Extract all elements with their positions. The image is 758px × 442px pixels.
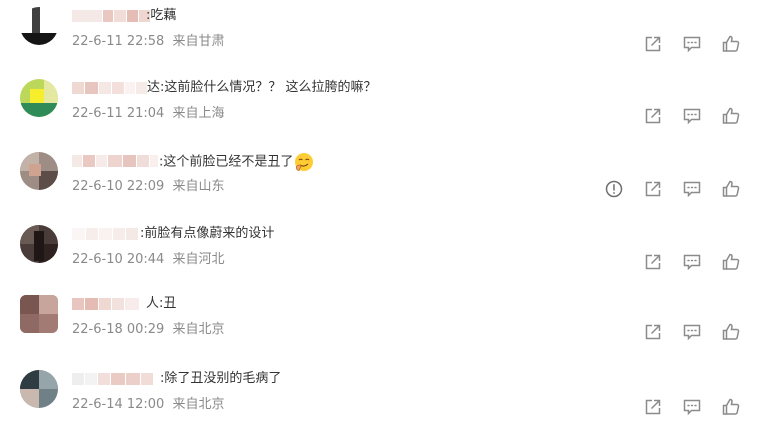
comment-time: 22-6-11 22:58 bbox=[72, 34, 165, 49]
username-blurred[interactable] bbox=[72, 295, 140, 313]
comment-text: 人:丑 bbox=[146, 296, 177, 311]
comment-item: :前脸有点像蔚来的设计 22-6-10 20:44 来自河北 bbox=[0, 223, 758, 297]
share-button[interactable] bbox=[642, 33, 664, 55]
comment-list: :吃藕 22-6-11 22:58 来自甘肃 达:这前脸什么情况？？ 这么拉胯的… bbox=[0, 0, 758, 416]
report-icon bbox=[605, 180, 623, 198]
avatar[interactable] bbox=[20, 295, 58, 333]
comment-icon bbox=[683, 181, 701, 198]
reply-button[interactable] bbox=[681, 105, 703, 127]
comment-location: 来自北京 bbox=[172, 322, 225, 337]
comment-actions bbox=[642, 33, 742, 55]
comment-actions bbox=[642, 321, 742, 343]
reply-button[interactable] bbox=[681, 321, 703, 343]
comment-item: :这个前脸已经不是丑了 22-6-10 22:09 来自山东 bbox=[0, 150, 758, 224]
thumb-up-icon bbox=[722, 107, 740, 124]
comment-text: :前脸有点像蔚来的设计 bbox=[140, 226, 275, 241]
comment-text: :这个前脸已经不是丑了 bbox=[159, 152, 314, 171]
comment-text: :吃藕 bbox=[146, 8, 177, 23]
avatar[interactable] bbox=[20, 79, 58, 117]
reply-button[interactable] bbox=[681, 251, 703, 273]
share-icon bbox=[645, 36, 661, 52]
comment-time: 22-6-10 22:09 bbox=[72, 179, 165, 194]
like-button[interactable] bbox=[720, 105, 742, 127]
username-blurred[interactable] bbox=[72, 370, 154, 388]
smirk-emoji-icon bbox=[295, 153, 314, 171]
comment-time: 22-6-11 21:04 bbox=[72, 106, 165, 121]
thumb-up-icon bbox=[722, 323, 740, 340]
comment-location: 来自甘肃 bbox=[172, 34, 225, 49]
comment-item: 达:这前脸什么情况？？ 这么拉胯的嘛？ 22-6-11 21:04 来自上海 bbox=[0, 77, 758, 151]
thumb-up-icon bbox=[722, 398, 740, 415]
comment-text: :除了丑没别的毛病了 bbox=[160, 371, 282, 386]
like-button[interactable] bbox=[720, 178, 742, 200]
comment-meta: 22-6-10 22:09 来自山东 bbox=[72, 178, 225, 196]
avatar[interactable] bbox=[20, 7, 58, 45]
comment-meta: 22-6-11 22:58 来自甘肃 bbox=[72, 33, 225, 51]
share-button[interactable] bbox=[642, 251, 664, 273]
thumb-up-icon bbox=[722, 253, 740, 270]
comment-meta: 22-6-18 00:29 来自北京 bbox=[72, 321, 225, 339]
comment-icon bbox=[683, 324, 701, 341]
comment-actions bbox=[603, 178, 742, 200]
share-button[interactable] bbox=[642, 321, 664, 343]
comment-icon bbox=[683, 399, 701, 416]
share-icon bbox=[645, 399, 661, 415]
share-icon bbox=[645, 254, 661, 270]
share-icon bbox=[645, 108, 661, 124]
comment-location: 来自山东 bbox=[172, 179, 225, 194]
reply-button[interactable] bbox=[681, 178, 703, 200]
username-blurred[interactable] bbox=[72, 225, 139, 243]
comment-text-content: :这个前脸已经不是丑了 bbox=[159, 154, 294, 170]
comment-meta: 22-6-10 20:44 来自河北 bbox=[72, 251, 225, 269]
thumb-up-icon bbox=[722, 35, 740, 52]
like-button[interactable] bbox=[720, 321, 742, 343]
comment-time: 22-6-14 12:00 bbox=[72, 397, 165, 412]
username-blurred[interactable] bbox=[72, 7, 151, 25]
comment-meta: 22-6-14 12:00 来自北京 bbox=[72, 396, 225, 414]
comment-time: 22-6-10 20:44 bbox=[72, 252, 165, 267]
avatar[interactable] bbox=[20, 152, 58, 190]
comment-item: 人:丑 22-6-18 00:29 来自北京 bbox=[0, 293, 758, 367]
comment-meta: 22-6-11 21:04 来自上海 bbox=[72, 105, 225, 123]
comment-icon bbox=[683, 254, 701, 271]
comment-actions bbox=[642, 251, 742, 273]
reply-button[interactable] bbox=[681, 33, 703, 55]
username-blurred[interactable] bbox=[72, 152, 159, 170]
comment-item: :除了丑没别的毛病了 22-6-14 12:00 来自北京 bbox=[0, 368, 758, 442]
comment-location: 来自上海 bbox=[172, 106, 225, 121]
comment-icon bbox=[683, 36, 701, 53]
like-button[interactable] bbox=[720, 33, 742, 55]
share-icon bbox=[645, 181, 661, 197]
comment-item: :吃藕 22-6-11 22:58 来自甘肃 bbox=[0, 5, 758, 79]
comment-location: 来自河北 bbox=[172, 252, 225, 267]
share-button[interactable] bbox=[642, 178, 664, 200]
share-button[interactable] bbox=[642, 105, 664, 127]
comment-icon bbox=[683, 108, 701, 125]
avatar[interactable] bbox=[20, 370, 58, 408]
share-icon bbox=[645, 324, 661, 340]
comment-text: 达:这前脸什么情况？？ 这么拉胯的嘛？ bbox=[147, 80, 377, 95]
thumb-up-icon bbox=[722, 180, 740, 197]
comment-location: 来自北京 bbox=[172, 397, 225, 412]
avatar[interactable] bbox=[20, 225, 58, 263]
username-blurred[interactable] bbox=[72, 79, 148, 97]
comment-actions bbox=[642, 105, 742, 127]
report-button[interactable] bbox=[603, 178, 625, 200]
comment-time: 22-6-18 00:29 bbox=[72, 322, 165, 337]
like-button[interactable] bbox=[720, 251, 742, 273]
